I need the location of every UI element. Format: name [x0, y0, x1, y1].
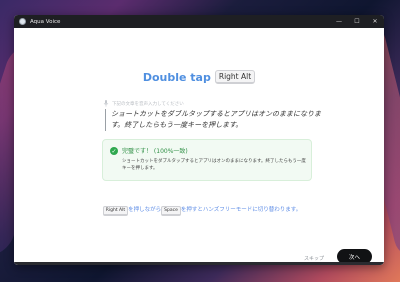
key-right-alt: Right Alt: [102, 206, 129, 216]
close-button[interactable]: ✕: [366, 15, 384, 28]
key-space: Space: [161, 206, 181, 216]
instruction-text-1: を押しながら: [128, 207, 162, 213]
app-window: Aqua Voice — ☐ ✕ Double tap Right Alt 下記…: [14, 15, 384, 265]
title-bar[interactable]: Aqua Voice — ☐ ✕: [14, 15, 384, 28]
window-controls: — ☐ ✕: [330, 15, 384, 28]
horizontal-scrollbar[interactable]: [14, 262, 384, 265]
minimize-button[interactable]: —: [330, 15, 348, 28]
maximize-button[interactable]: ☐: [348, 15, 366, 28]
skip-button[interactable]: スキップ: [304, 255, 324, 262]
result-body: ショートカットをダブルタップするとアプリはオンのままになります。終了したらもう一…: [122, 159, 306, 171]
shortcut-key: Right Alt: [214, 70, 256, 84]
microphone-icon: [103, 100, 109, 107]
prompt-text: ショートカットをダブルタップするとアプリはオンのままになります。終了したらもう一…: [105, 109, 331, 131]
dictation-hint: 下記の文章を音声入力してください: [103, 100, 184, 107]
app-icon: [19, 18, 26, 25]
hint-text: 下記の文章を音声入力してください: [112, 101, 184, 107]
check-circle-icon: ✓: [110, 147, 118, 155]
handsfree-instruction: Right Alt を押しながら Space を押すとハンズフリーモードに切り替わりま…: [102, 205, 302, 216]
onboarding-panel: Double tap Right Alt 下記の文章を音声入力してください ショ…: [14, 28, 384, 265]
result-card: ✓ 完璧です！ (100%一致) ショートカットをダブルタップするとアプリはオン…: [102, 139, 312, 181]
headline: Double tap Right Alt: [14, 70, 384, 84]
result-title: 完璧です！ (100%一致): [122, 148, 188, 155]
headline-text: Double tap: [142, 70, 211, 84]
instruction-text-2: を押すとハンズフリーモードに切り替わります。: [180, 207, 302, 213]
window-title: Aqua Voice: [30, 18, 61, 25]
